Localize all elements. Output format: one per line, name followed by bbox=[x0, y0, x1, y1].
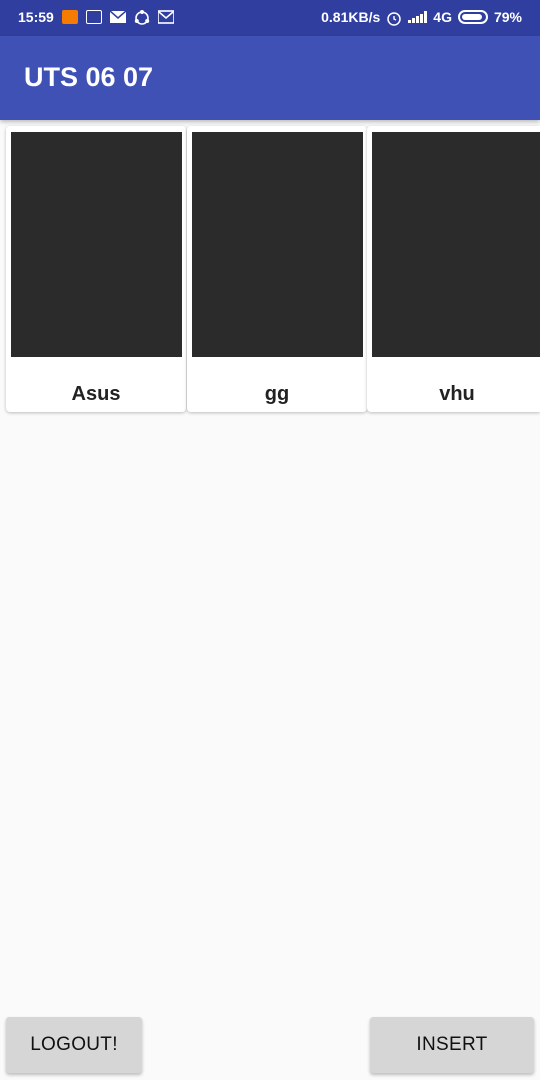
battery-icon bbox=[457, 10, 488, 24]
signal-icon bbox=[408, 11, 428, 23]
share-icon bbox=[134, 10, 150, 25]
gmail-icon bbox=[157, 10, 175, 24]
item-card-vhu[interactable]: vhu bbox=[367, 126, 540, 412]
net-speed: 0.81KB/s bbox=[321, 9, 381, 25]
alarm-icon bbox=[386, 10, 402, 26]
app-title: UTS 06 07 bbox=[24, 62, 154, 92]
item-card-asus[interactable]: Asus bbox=[6, 126, 186, 412]
mi-icon bbox=[61, 10, 78, 24]
battery-level: 79% bbox=[493, 9, 522, 25]
status-bar: 15:59 0.81KB/s 4G 79% bbox=[0, 0, 540, 36]
status-time: 15:59 bbox=[18, 9, 54, 25]
status-right: 0.81KB/s 4G 79% bbox=[321, 9, 522, 26]
status-left: 15:59 bbox=[18, 9, 175, 25]
item-image bbox=[11, 132, 182, 357]
app-bar: UTS 06 07 bbox=[0, 36, 540, 120]
item-image bbox=[372, 132, 540, 357]
item-label: vhu bbox=[439, 383, 475, 405]
mail-icon bbox=[109, 10, 127, 24]
insert-button[interactable]: INSERT bbox=[370, 1017, 534, 1073]
network-type: 4G bbox=[433, 9, 452, 25]
item-label: Asus bbox=[71, 383, 121, 405]
logout-button[interactable]: LOGOUT! bbox=[6, 1017, 142, 1073]
item-card-gg[interactable]: gg bbox=[187, 126, 367, 412]
app-icon bbox=[85, 10, 102, 24]
item-image bbox=[192, 132, 363, 357]
item-label: gg bbox=[264, 383, 290, 405]
